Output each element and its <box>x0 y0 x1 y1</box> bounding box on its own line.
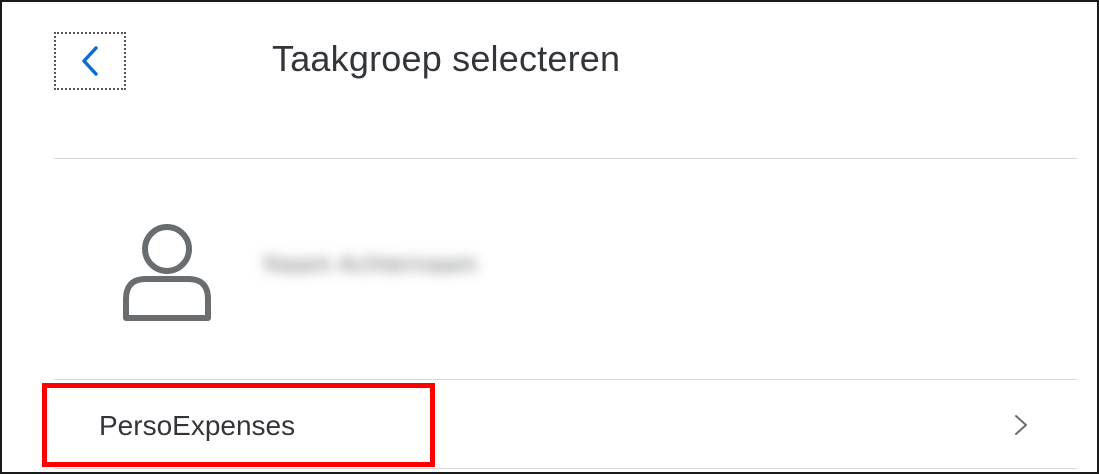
page-title: Taakgroep selecteren <box>272 38 621 79</box>
back-button[interactable] <box>54 32 126 90</box>
user-section: Naam Achternaam <box>54 159 1078 380</box>
app-frame: Taakgroep selecteren Naam Achternaam Per… <box>0 0 1099 474</box>
person-icon <box>123 224 211 321</box>
chevron-right-icon <box>1015 415 1027 435</box>
chevron-left-icon <box>82 46 98 76</box>
task-group-label: PersoExpenses <box>99 410 296 441</box>
user-name: Naam Achternaam <box>264 251 478 278</box>
task-group-item-persoexpenses[interactable]: PersoExpenses <box>54 380 1078 469</box>
